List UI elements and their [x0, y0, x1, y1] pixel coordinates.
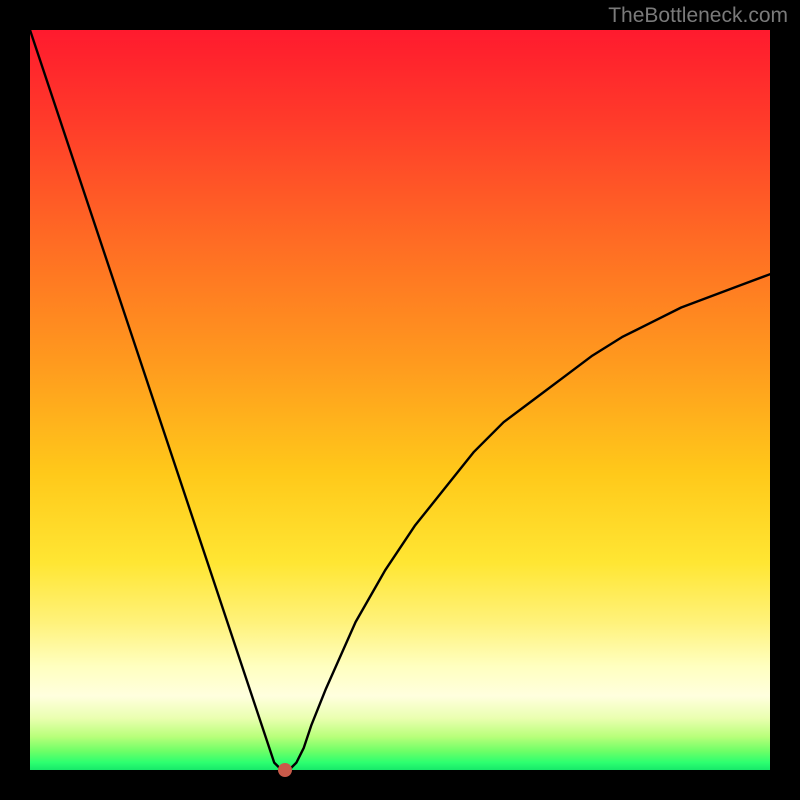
plot-area [30, 30, 770, 770]
watermark-source: TheBottleneck.com [608, 4, 788, 28]
chart-frame [30, 30, 770, 770]
bottleneck-curve [30, 30, 770, 770]
minimum-marker-icon [278, 763, 292, 777]
